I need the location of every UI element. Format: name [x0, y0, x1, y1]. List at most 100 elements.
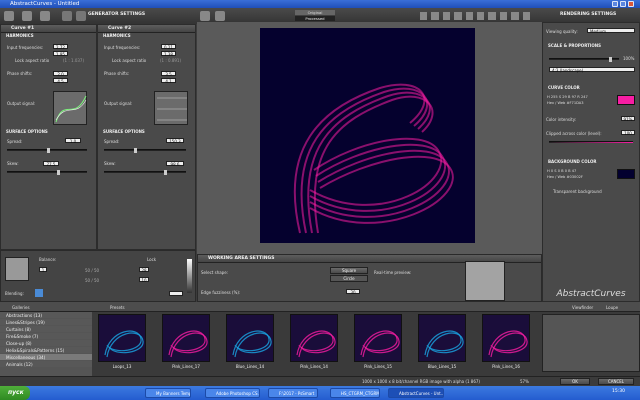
- aspect-select[interactable]: 4:3 (landscape): [549, 67, 635, 73]
- view-tool-icon[interactable]: [442, 12, 451, 20]
- gallery-list-item[interactable]: Abstractions (13): [0, 312, 92, 319]
- viewfinder-pane: [542, 314, 640, 372]
- balance-val1[interactable]: 1: [39, 267, 47, 273]
- redo-icon[interactable]: [76, 11, 86, 21]
- slider-knob[interactable]: [47, 148, 50, 153]
- processed-toggle[interactable]: Processed: [295, 16, 335, 21]
- viewing-quality-select[interactable]: Medium: [587, 28, 635, 34]
- gallery-list-item[interactable]: Helix&Spirals&Patterns (15): [0, 347, 92, 354]
- curve1-spread-input[interactable]: 1.0: [65, 138, 81, 144]
- lock-label[interactable]: Lock: [147, 257, 156, 262]
- curve2-lock-label[interactable]: Lock aspect ratio: [112, 58, 146, 63]
- close-button[interactable]: [628, 1, 634, 7]
- view-tool-icon[interactable]: [454, 12, 462, 20]
- curve2-spread-input[interactable]: 150.3: [166, 138, 184, 144]
- view-tool-icon[interactable]: [465, 12, 474, 20]
- balance-val3[interactable]: 10: [139, 277, 149, 283]
- taskbar-item[interactable]: Adobe Photoshop CS...: [205, 388, 260, 398]
- curve2-spread-slider[interactable]: [104, 148, 186, 153]
- gallery-thumbnail[interactable]: [290, 314, 338, 362]
- view-tool-icon[interactable]: [511, 12, 519, 20]
- brand-logo: AbstractCurves: [556, 289, 626, 299]
- galleries-tab[interactable]: Galleries: [12, 305, 30, 310]
- gallery-list-item[interactable]: Fire&Smoke (7): [0, 333, 92, 340]
- gradient-bar[interactable]: [187, 259, 192, 293]
- edge-fuzziness-input[interactable]: 30: [346, 289, 360, 295]
- maximize-button[interactable]: [620, 1, 626, 7]
- save-icon[interactable]: [40, 11, 50, 21]
- zoom-icon[interactable]: [200, 11, 210, 21]
- color-intensity-input[interactable]: 91%: [621, 116, 635, 122]
- gallery-thumbnail[interactable]: [162, 314, 210, 362]
- gallery-list-item[interactable]: Close-up (8): [0, 340, 92, 347]
- view-tool-icon[interactable]: [499, 12, 508, 20]
- gallery-list-item[interactable]: Lines&Stripes (19): [0, 319, 92, 326]
- gallery-list-item-selected[interactable]: Miscellaneous (34): [0, 354, 92, 361]
- gallery-list-item[interactable]: Animals (12): [0, 361, 92, 368]
- square-option[interactable]: Square: [330, 267, 368, 274]
- slider-knob[interactable]: [57, 170, 60, 175]
- open-icon[interactable]: [22, 11, 32, 21]
- gallery-thumbnail-label: Pink_Lines_17: [172, 364, 200, 369]
- view-tool-icon[interactable]: [477, 12, 485, 20]
- start-button[interactable]: пуск: [0, 386, 30, 400]
- slider-knob[interactable]: [609, 57, 612, 62]
- curve1-phase-y[interactable]: 4.5: [53, 78, 68, 84]
- clipped-slider[interactable]: [549, 141, 633, 143]
- blending-icon[interactable]: [35, 289, 43, 297]
- window-title: AbstractCurves - Untitled: [10, 1, 80, 7]
- canvas-preview[interactable]: [260, 28, 475, 243]
- curve2-panel: Curve #2 HARMONICS Input frequencies: 0.…: [97, 24, 196, 250]
- taskbar-item[interactable]: My Banners Template: [145, 388, 191, 398]
- curve1-skew-slider[interactable]: [7, 170, 87, 175]
- gallery-thumbnail-label: Pink_Lines_16: [492, 364, 520, 369]
- gallery-thumbnail[interactable]: [418, 314, 466, 362]
- curve1-spread-slider[interactable]: [7, 148, 87, 153]
- taskbar-item-active[interactable]: AbstractCurves - Unt...: [388, 388, 444, 398]
- curve1-surface: SURFACE OPTIONS: [6, 129, 48, 134]
- original-toggle[interactable]: Original: [295, 10, 335, 15]
- curve2-phase-y[interactable]: 4.1: [161, 78, 176, 84]
- blending-select[interactable]: [169, 291, 183, 296]
- scale-section: SCALE & PROPORTIONS: [548, 43, 601, 48]
- new-icon[interactable]: [4, 11, 14, 21]
- gallery-thumbnail[interactable]: [98, 314, 146, 362]
- hand-icon[interactable]: [215, 11, 225, 21]
- clipped-input[interactable]: 100: [621, 130, 635, 136]
- gallery-thumbnail[interactable]: [482, 314, 530, 362]
- curve2-skew-slider[interactable]: [104, 170, 186, 175]
- slider-knob[interactable]: [164, 170, 167, 175]
- cancel-button[interactable]: CANCEL: [598, 378, 634, 385]
- bg-color-swatch[interactable]: [617, 169, 635, 179]
- taskbar-item[interactable]: F:\2017 - PsSmart: [268, 388, 318, 398]
- view-tool-icon[interactable]: [431, 12, 439, 20]
- curve1-freq-y[interactable]: 1.95: [53, 51, 68, 57]
- curve-color-swatch[interactable]: [617, 95, 635, 105]
- curve-color-hex: Hex / Web #F71DA3: [547, 101, 584, 105]
- curve2-phase-x[interactable]: 3.5: [161, 71, 176, 77]
- curve1-lock-label[interactable]: Lock aspect ratio: [15, 58, 49, 63]
- view-tool-icon[interactable]: [488, 12, 496, 20]
- ok-button[interactable]: OK: [560, 378, 590, 385]
- view-tool-icon[interactable]: [420, 12, 428, 20]
- minimize-button[interactable]: [612, 1, 618, 7]
- circle-option[interactable]: Circle: [330, 275, 368, 282]
- curve2-skew-input[interactable]: 98.6: [166, 161, 184, 167]
- gallery-thumbnail[interactable]: [226, 314, 274, 362]
- scale-slider[interactable]: [549, 57, 619, 62]
- curve1-phase-x[interactable]: 2.0: [53, 71, 68, 77]
- gallery-list-item[interactable]: Curtains (8): [0, 326, 92, 333]
- curve2-freq-x[interactable]: 0.21: [161, 44, 176, 50]
- gallery-thumbnail[interactable]: [354, 314, 402, 362]
- transparent-bg-label[interactable]: Transparent background: [553, 189, 602, 194]
- curve1-skew-input[interactable]: 77.5: [43, 161, 59, 167]
- taskbar-item[interactable]: HS_CTGRM_CTGRM: [330, 388, 380, 398]
- slider-knob[interactable]: [134, 148, 137, 153]
- thumbnail-strip: Loops_13 Pink_Lines_17 Blue_Lines_14 Pink_L…: [94, 302, 540, 376]
- undo-icon[interactable]: [62, 11, 72, 21]
- curve2-freq-y[interactable]: 1.38: [161, 51, 176, 57]
- balance-val2[interactable]: 28: [139, 267, 149, 273]
- curve1-freq-x[interactable]: 2.72: [53, 44, 68, 50]
- gallery-thumbnail-label: Loops_13: [112, 364, 132, 369]
- view-tool-icon[interactable]: [522, 12, 531, 20]
